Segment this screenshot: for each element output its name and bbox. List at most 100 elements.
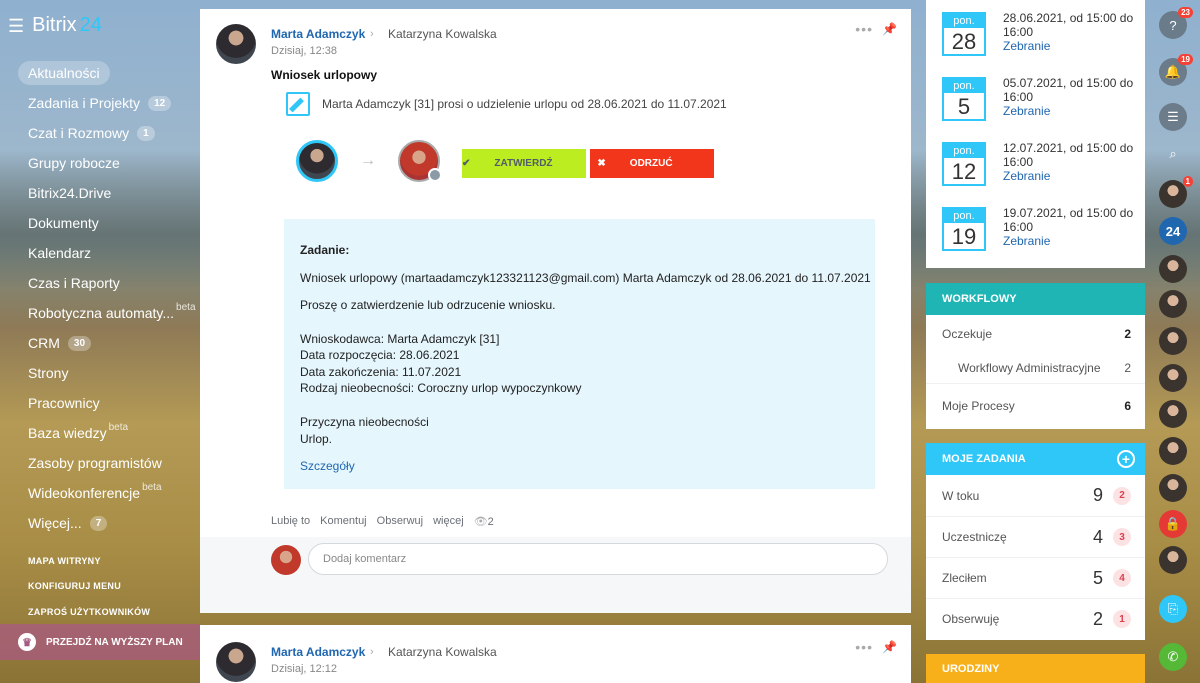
author-avatar[interactable] [216, 642, 256, 682]
author-name[interactable]: Marta Adamczyk [271, 645, 365, 659]
counter-badge: 4 [1113, 569, 1131, 587]
sidebar-item-sites[interactable]: Strony [18, 358, 198, 388]
calendar-event[interactable]: pon. 5 05.07.2021, od 15:00 do 16:00 Zebra… [942, 76, 1142, 135]
sitemap-link[interactable]: MAPA WITRYNY [28, 556, 101, 566]
menu-icon[interactable]: ☰ [8, 17, 24, 35]
sidebar-item-crm[interactable]: CRM 30 [18, 328, 198, 358]
sidebar-item-video[interactable]: Wideokonferencje beta [18, 478, 198, 508]
my-tasks-panel: MOJE ZADANIA + W toku 9 2 Uczestniczę 4 3 Zle… [926, 443, 1145, 640]
calendar-event[interactable]: pon. 19 19.07.2021, od 15:00 do 16:00 Zebr… [942, 206, 1142, 265]
approver-avatar[interactable] [398, 140, 442, 182]
calendar-events-panel: pon. 28 28.06.2021, od 15:00 do 16:00 Zebr… [926, 0, 1145, 268]
post-date[interactable]: Dzisiaj, 12:38 [271, 45, 337, 57]
workflow-row[interactable]: Oczekuje 2 [926, 315, 1145, 353]
task-line: Wniosek urlopowy (martaadamczyk123321123… [300, 271, 871, 285]
contact-avatar[interactable] [1159, 474, 1187, 502]
task-counter-row[interactable]: Obserwuję 2 1 [926, 598, 1145, 639]
upgrade-plan-button[interactable]: ♛ PRZEJDŹ NA WYŻSZY PLAN [0, 624, 200, 660]
reject-button[interactable]: ✖ ODRZUĆ [590, 149, 714, 178]
workflow-row[interactable]: Workflowy Administracyjne 2 [926, 353, 1145, 383]
sidebar-item-employees[interactable]: Pracownicy [18, 388, 198, 418]
pin-icon[interactable]: 📌 [882, 640, 897, 654]
author-name[interactable]: Marta Adamczyk [271, 27, 365, 41]
current-user-avatar [271, 545, 301, 575]
counter-badge: 2 [1113, 486, 1131, 505]
help-icon[interactable]: ? 23 [1159, 7, 1193, 39]
contact-avatar[interactable] [1159, 327, 1187, 355]
invite-users-link[interactable]: ZAPROŚ UŻYTKOWNIKÓW [28, 607, 150, 617]
configure-menu-link[interactable]: KONFIGURUJ MENU [28, 581, 121, 591]
contact-avatar[interactable] [1159, 546, 1187, 574]
contact-avatar[interactable]: 1 [1159, 176, 1193, 208]
calendar-event[interactable]: pon. 28 28.06.2021, od 15:00 do 16:00 Zebr… [942, 11, 1142, 70]
crown-icon: ♛ [18, 633, 36, 651]
task-counter-row[interactable]: Uczestniczę 4 3 [926, 516, 1145, 557]
recipient-name[interactable]: Katarzyna Kowalska [388, 645, 497, 659]
contact-avatar[interactable] [1159, 437, 1187, 465]
request-line: Marta Adamczyk [31] prosi o udzielenie u… [286, 92, 727, 116]
event-link[interactable]: Zebranie [1003, 169, 1050, 183]
like-link[interactable]: Lubię to [271, 515, 310, 528]
task-counter-row[interactable]: W toku 9 2 [926, 475, 1145, 516]
lock-icon[interactable]: 🔒 [1159, 510, 1187, 538]
task-line: Proszę o zatwierdzenie lub odrzucenie wn… [300, 298, 556, 312]
author-avatar[interactable] [216, 24, 256, 64]
bitrix24-icon[interactable]: 24 [1159, 217, 1187, 245]
more-options-icon[interactable]: ••• [855, 639, 873, 655]
sidebar-item-chat[interactable]: Czat i Rozmowy 1 [18, 118, 198, 148]
follow-link[interactable]: Obserwuj [377, 515, 423, 528]
details-link[interactable]: Szczegóły [300, 459, 355, 473]
workflows-title[interactable]: WORKFLOWY [926, 283, 1145, 315]
contact-avatar[interactable] [1159, 400, 1187, 428]
event-link[interactable]: Zebranie [1003, 104, 1050, 118]
sidebar-item-drive[interactable]: Bitrix24.Drive [18, 178, 198, 208]
counter-badge: 7 [89, 515, 108, 531]
post-date[interactable]: Dzisiaj, 12:12 [271, 663, 337, 675]
phone-icon[interactable]: ✆ [1159, 643, 1187, 671]
sidebar-item-workgroups[interactable]: Grupy robocze [18, 148, 198, 178]
sidebar-item-calendar[interactable]: Kalendarz [18, 238, 198, 268]
task-start-date: Data rozpoczęcia: 28.06.2021 [300, 348, 460, 362]
task-counter-row[interactable]: Zleciłem 5 4 [926, 557, 1145, 598]
add-task-icon[interactable]: + [1117, 450, 1135, 468]
event-link[interactable]: Zebranie [1003, 234, 1050, 248]
arrow-right-icon: → [360, 152, 376, 169]
pin-icon[interactable]: 📌 [882, 22, 897, 36]
calendar-event[interactable]: pon. 12 12.07.2021, od 15:00 do 16:00 Zebr… [942, 141, 1142, 200]
sidebar-item-time[interactable]: Czas i Raporty [18, 268, 198, 298]
sidebar-item-dev[interactable]: Zasoby programistów [18, 448, 198, 478]
sidebar-item-automation[interactable]: Robotyczna automaty... beta [18, 298, 198, 328]
sidebar-item-knowledge[interactable]: Baza wiedzy beta [18, 418, 198, 448]
edit-document-icon [286, 92, 310, 116]
open-channel-icon[interactable]: ⎘ [1159, 595, 1187, 623]
bell-icon[interactable]: 🔔 19 [1159, 54, 1193, 86]
logo[interactable]: ☰ Bitrix 24 [8, 14, 102, 37]
sidebar-item-documents[interactable]: Dokumenty [18, 208, 198, 238]
comment-input[interactable]: Dodaj komentarz [308, 543, 888, 575]
counter-badge: 1 [1113, 610, 1131, 628]
requester-avatar[interactable] [296, 140, 338, 182]
task-details-box: Zadanie: Wniosek urlopowy (martaadamczyk… [284, 219, 875, 489]
recipient-name[interactable]: Katarzyna Kowalska [388, 27, 497, 41]
comment-link[interactable]: Komentuj [320, 515, 366, 528]
clock-icon [428, 168, 442, 182]
sidebar-item-more[interactable]: Więcej... 7 [18, 508, 198, 538]
feed-post: Marta Adamczyk › Katarzyna Kowalska Dzis… [200, 625, 911, 683]
views-count: 2 [487, 516, 494, 528]
contact-avatar[interactable] [1159, 290, 1187, 318]
event-link[interactable]: Zebranie [1003, 39, 1050, 53]
birthdays-title[interactable]: URODZINY [926, 654, 1145, 683]
search-icon[interactable]: ⌕ [1159, 140, 1187, 168]
contact-avatar[interactable] [1159, 364, 1187, 392]
sidebar-item-news[interactable]: Aktualności [18, 58, 198, 88]
approve-button[interactable]: ✔ ZATWIERDŹ [462, 149, 586, 178]
right-toolbar: ? 23 🔔 19 ☰ ⌕ 1 24 🔒 ⎘ ✆ [1157, 0, 1200, 683]
more-options-icon[interactable]: ••• [855, 21, 873, 37]
contact-avatar[interactable] [1159, 255, 1187, 283]
sidebar-item-tasks[interactable]: Zadania i Projekty 12 [18, 88, 198, 118]
more-link[interactable]: więcej [433, 515, 464, 528]
workflow-row[interactable]: Moje Procesy 6 [926, 383, 1145, 427]
chat-icon[interactable]: ☰ [1159, 103, 1187, 131]
my-tasks-title[interactable]: MOJE ZADANIA [942, 453, 1026, 465]
brand-suffix: 24 [79, 14, 102, 36]
